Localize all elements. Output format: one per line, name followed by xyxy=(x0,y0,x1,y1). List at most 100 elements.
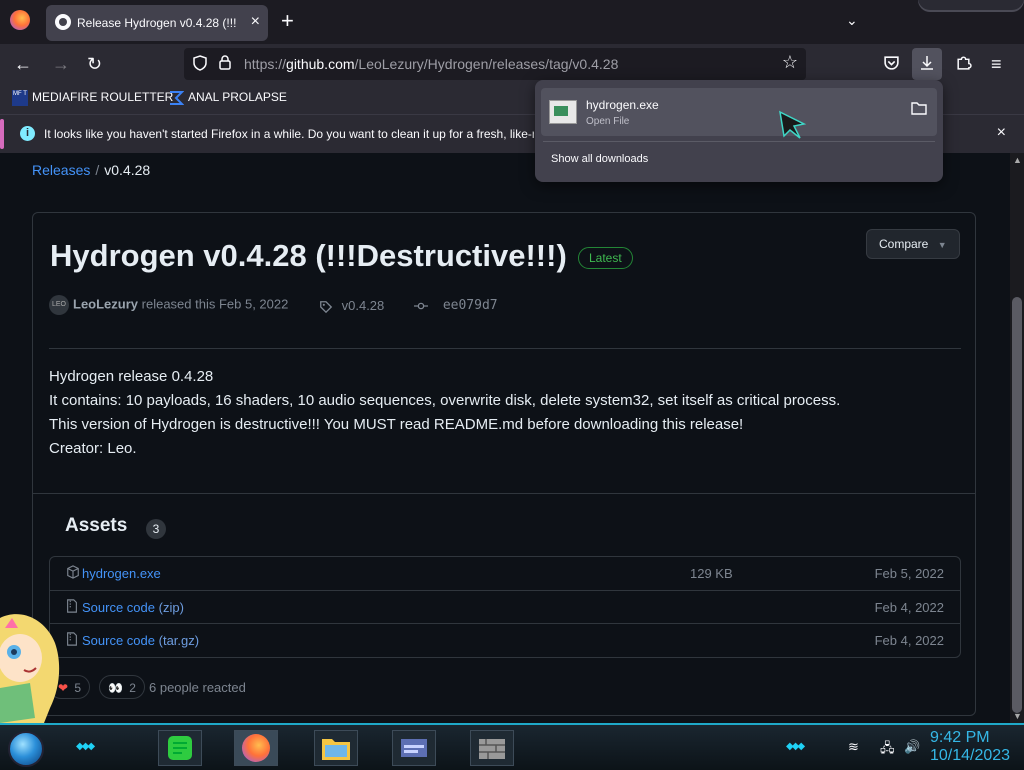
bookmark-mediafire[interactable]: MF T MEDIAFIRE ROULETTER xyxy=(12,90,173,106)
assets-list: hydrogen.exe 129 KB Feb 5, 2022 Source c… xyxy=(49,556,961,658)
page-content: Releases / v0.4.28 Hydrogen v0.4.28 (!!!De… xyxy=(0,153,1010,723)
clock-time[interactable]: 9:42 PM xyxy=(930,729,990,747)
brick-taskbar-icon xyxy=(479,739,505,759)
compare-button[interactable]: Compare ▼ xyxy=(866,229,960,259)
taskbar-app-notes[interactable] xyxy=(158,730,202,766)
window-taskbar-icon xyxy=(401,739,427,757)
close-notification-icon[interactable]: × xyxy=(997,124,1006,142)
notification-message: It looks like you haven't started Firefo… xyxy=(44,127,534,141)
forward-button[interactable]: → xyxy=(52,54,70,74)
desktop-character-art xyxy=(0,608,62,723)
asset-date: Feb 4, 2022 xyxy=(874,600,944,615)
download-file-name: hydrogen.exe xyxy=(586,98,659,112)
menu-icon[interactable]: ≡ xyxy=(991,54,1002,74)
reload-button[interactable]: ↻ xyxy=(87,54,102,74)
shield-icon[interactable] xyxy=(192,55,208,75)
asset-link[interactable]: Source code (zip) xyxy=(82,600,184,615)
file-zip-icon xyxy=(66,599,78,616)
scrollbar-thumb[interactable] xyxy=(1012,297,1022,713)
release-note-line: Hydrogen release 0.4.28 xyxy=(49,368,214,385)
package-icon xyxy=(66,565,80,582)
info-icon: i xyxy=(20,126,35,141)
file-zip-icon xyxy=(66,632,78,649)
close-tab-icon[interactable]: × xyxy=(251,13,260,31)
asset-date: Feb 5, 2022 xyxy=(874,566,944,581)
download-item[interactable]: hydrogen.exe Open File xyxy=(541,88,937,136)
divider xyxy=(49,348,961,349)
asset-link[interactable]: hydrogen.exe xyxy=(82,566,161,581)
taskbar-decoration-icon: ◆◆◆ xyxy=(786,741,805,752)
downloads-panel: hydrogen.exe Open File Show all download… xyxy=(535,80,943,182)
eyes-reaction-button[interactable]: 👀 2 xyxy=(99,675,145,699)
show-all-downloads-button[interactable]: Show all downloads xyxy=(551,153,648,165)
github-icon xyxy=(55,14,71,30)
extensions-icon[interactable] xyxy=(955,54,972,75)
bookmark-star-icon[interactable]: ☆ xyxy=(782,52,798,73)
exe-file-icon xyxy=(549,100,577,124)
author-link[interactable]: LeoLezury xyxy=(73,296,138,311)
notification-accent xyxy=(0,119,4,149)
window-decoration xyxy=(918,0,1024,12)
latest-badge: Latest xyxy=(578,247,633,269)
assets-heading[interactable]: Assets xyxy=(65,515,127,537)
downloads-button[interactable] xyxy=(912,48,942,80)
taskbar-app-firefox[interactable] xyxy=(234,730,278,766)
scroll-down-icon[interactable]: ▼ xyxy=(1013,711,1022,721)
reactions-summary: 6 people reacted xyxy=(149,680,246,695)
taskbar: ◆◆◆ ◆◆◆ ≋ 🖧 🔊 9:42 PM 10/14/2023 xyxy=(0,723,1024,770)
bookmark-sigma-icon xyxy=(170,91,184,105)
tag-icon xyxy=(320,300,333,313)
release-note-line: It contains: 10 payloads, 16 shaders, 10… xyxy=(49,392,841,409)
download-status: Open File xyxy=(586,116,630,127)
notes-app-icon xyxy=(168,736,192,760)
release-notes: Hydrogen release 0.4.28 It contains: 10 … xyxy=(49,365,840,461)
eyes-icon: 👀 xyxy=(108,681,123,695)
firefox-taskbar-icon xyxy=(242,734,270,762)
tab-list-icon[interactable]: ⌄ xyxy=(846,12,858,29)
back-button[interactable]: ← xyxy=(14,54,32,74)
mediafire-icon: MF T xyxy=(12,90,28,106)
network-icon[interactable]: 🖧 xyxy=(880,739,895,761)
asset-link[interactable]: Source code (tar.gz) xyxy=(82,633,199,648)
page-scrollbar[interactable]: ▲ ▼ xyxy=(1010,153,1024,723)
folder-taskbar-icon xyxy=(322,739,350,760)
taskbar-app-explorer[interactable] xyxy=(314,730,358,766)
tag-link[interactable]: v0.4.28 xyxy=(319,298,384,314)
bookmark-prolapse[interactable]: ANAL PROLAPSE xyxy=(168,90,287,106)
asset-size: 129 KB xyxy=(690,566,733,581)
url-text[interactable]: https://github.com/LeoLezury/Hydrogen/re… xyxy=(244,56,618,72)
divider xyxy=(543,141,935,142)
breadcrumb-current: v0.4.28 xyxy=(104,162,151,178)
taskbar-decoration-icon: ◆◆◆ xyxy=(76,741,95,752)
start-button[interactable] xyxy=(8,731,44,767)
release-title[interactable]: Hydrogen v0.4.28 (!!!Destructive!!!) xyxy=(50,238,567,274)
mouse-cursor-icon xyxy=(778,110,808,140)
tray-expand-icon[interactable]: ≋ xyxy=(848,739,859,755)
lock-icon[interactable] xyxy=(218,54,232,74)
breadcrumb-releases[interactable]: Releases xyxy=(32,162,90,178)
tab-release-hydrogen[interactable]: Release Hydrogen v0.4.28 (!!!Destructive… xyxy=(46,5,268,41)
asset-row: Source code (zip) Feb 4, 2022 xyxy=(50,590,960,623)
avatar[interactable]: LEO xyxy=(49,295,69,315)
scroll-up-icon[interactable]: ▲ xyxy=(1013,155,1022,165)
asset-date: Feb 4, 2022 xyxy=(874,633,944,648)
nav-bar: ← → ↻ https://github.com/LeoLezury/Hydro… xyxy=(0,44,1024,84)
volume-icon[interactable]: 🔊 xyxy=(904,739,920,755)
release-note-line: This version of Hydrogen is destructive!… xyxy=(49,416,744,433)
clock-date[interactable]: 10/14/2023 xyxy=(930,747,1010,765)
assets-count-badge: 3 xyxy=(146,519,166,539)
asset-row: Source code (tar.gz) Feb 4, 2022 xyxy=(50,623,960,656)
commit-link[interactable]: ee079d7 xyxy=(413,298,498,313)
asset-row: hydrogen.exe 129 KB Feb 5, 2022 xyxy=(50,557,960,590)
firefox-icon[interactable] xyxy=(10,10,30,30)
pocket-icon[interactable] xyxy=(883,54,900,75)
taskbar-app-control-panel[interactable] xyxy=(392,730,436,766)
caret-down-icon: ▼ xyxy=(937,240,947,250)
release-note-line: Creator: Leo. xyxy=(49,440,137,457)
release-meta: LEO LeoLezury released this Feb 5, 2022 xyxy=(49,295,288,315)
open-folder-icon[interactable] xyxy=(911,101,927,120)
taskbar-app-wall[interactable] xyxy=(470,730,514,766)
url-bar[interactable]: https://github.com/LeoLezury/Hydrogen/re… xyxy=(184,48,806,80)
new-tab-button[interactable]: + xyxy=(281,10,294,32)
divider xyxy=(33,493,975,494)
